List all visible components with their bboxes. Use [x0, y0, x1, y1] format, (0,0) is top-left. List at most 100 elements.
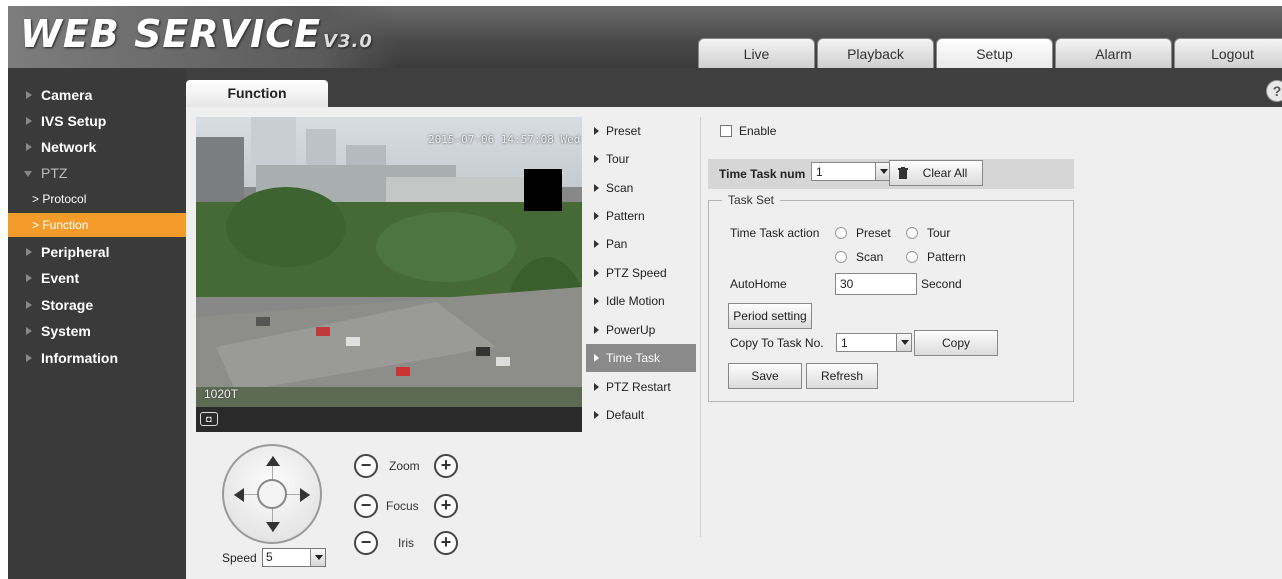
sidebar: Camera IVS Setup Network PTZ > Protocol …	[8, 68, 186, 579]
clear-all-label: Clear All	[922, 166, 968, 180]
action-preset-label: Preset	[856, 226, 891, 240]
sidebar-subitem-protocol[interactable]: > Protocol	[8, 187, 186, 211]
trash-icon	[898, 167, 908, 179]
divider	[700, 117, 701, 537]
menu-item-time-task[interactable]: Time Task	[586, 344, 696, 372]
menu-item-idle-motion[interactable]: Idle Motion	[586, 287, 696, 315]
copy-to-value: 1	[841, 336, 848, 350]
tab-alarm[interactable]: Alarm	[1055, 38, 1172, 68]
action-scan-label: Scan	[856, 250, 884, 264]
ptz-direction-pad	[222, 444, 322, 544]
tab-live[interactable]: Live	[698, 38, 815, 68]
sidebar-item-label: IVS Setup	[41, 113, 107, 129]
menu-item-tour[interactable]: Tour	[586, 145, 696, 173]
menu-item-scan[interactable]: Scan	[586, 174, 696, 202]
task-num-label: Time Task num	[719, 167, 806, 181]
privacy-mask	[524, 169, 562, 211]
chevron-down-icon[interactable]	[896, 334, 911, 351]
focus-label: Focus	[386, 499, 419, 513]
focus-far-button[interactable]: +	[434, 494, 458, 518]
sidebar-item-label: Information	[41, 350, 118, 366]
video-toolbar: ◘	[196, 407, 582, 432]
speed-label: Speed	[222, 551, 257, 565]
zoom-in-button[interactable]: +	[434, 454, 458, 478]
sidebar-item-label: Peripheral	[41, 244, 110, 260]
arrow-down-icon[interactable]	[266, 522, 280, 532]
sidebar-item-label: Storage	[41, 297, 94, 313]
menu-item-default[interactable]: Default	[586, 401, 696, 429]
arrow-left-icon[interactable]	[234, 488, 244, 502]
tab-playback[interactable]: Playback	[817, 38, 934, 68]
autohome-unit-label: Second	[921, 277, 962, 291]
camera-icon[interactable]: ◘	[200, 412, 218, 426]
sidebar-item-label: Network	[41, 139, 97, 155]
arrow-right-icon[interactable]	[300, 488, 310, 502]
sidebar-subitem-function[interactable]: > Function	[8, 213, 186, 237]
chevron-right-icon	[26, 354, 32, 362]
action-pattern-radio[interactable]	[906, 251, 918, 263]
main-tabs: Live Playback Setup Alarm Logout	[698, 38, 1282, 68]
enable-label: Enable	[739, 124, 777, 138]
osd-channel-name: 1020T	[204, 387, 239, 401]
task-set-title: Task Set	[722, 193, 781, 207]
menu-item-ptz-restart[interactable]: PTZ Restart	[586, 373, 696, 401]
task-num-bar: Time Task num 1 Clear All	[708, 159, 1074, 189]
tab-setup[interactable]: Setup	[936, 38, 1053, 68]
speed-select[interactable]: 5	[262, 548, 326, 567]
iris-open-button[interactable]: +	[434, 531, 458, 555]
menu-item-powerup[interactable]: PowerUp	[586, 316, 696, 344]
autohome-label: AutoHome	[730, 277, 787, 291]
sidebar-item-storage[interactable]: Storage	[8, 292, 186, 318]
sidebar-item-label: System	[41, 323, 91, 339]
sidebar-item-event[interactable]: Event	[8, 265, 186, 291]
task-num-select[interactable]: 1	[811, 162, 891, 181]
enable-checkbox[interactable]	[720, 125, 732, 137]
action-tour-radio[interactable]	[906, 227, 918, 239]
iris-label: Iris	[398, 536, 414, 550]
chevron-right-icon	[26, 248, 32, 256]
help-icon[interactable]: ?	[1266, 80, 1282, 102]
focus-near-button[interactable]: −	[354, 494, 378, 518]
ptz-center-button[interactable]	[257, 479, 287, 509]
video-preview[interactable]: 2015-07-06 14:57:08 Wed 1020T	[196, 117, 582, 407]
sidebar-item-label: PTZ	[41, 165, 68, 181]
logo-version: V3.0	[323, 31, 373, 52]
save-button[interactable]: Save	[728, 363, 802, 389]
iris-close-button[interactable]: −	[354, 531, 378, 555]
sidebar-item-label: Camera	[41, 87, 93, 103]
time-task-action-label: Time Task action	[730, 226, 820, 240]
action-scan-radio[interactable]	[835, 251, 847, 263]
menu-item-preset[interactable]: Preset	[586, 117, 696, 145]
sidebar-item-network[interactable]: Network	[8, 134, 186, 160]
autohome-input[interactable]: 30	[835, 273, 917, 295]
chevron-right-icon	[26, 91, 32, 99]
page-title-tab: Function	[186, 80, 328, 108]
osd-timestamp: 2015-07-06 14:57:08 Wed	[428, 133, 581, 146]
arrow-up-icon[interactable]	[266, 456, 280, 466]
action-tour-label: Tour	[927, 226, 951, 240]
menu-item-pattern[interactable]: Pattern	[586, 202, 696, 230]
period-setting-button[interactable]: Period setting	[728, 303, 812, 329]
sidebar-item-ptz[interactable]: PTZ	[8, 160, 186, 186]
chevron-down-icon[interactable]	[310, 549, 325, 566]
tab-logout[interactable]: Logout	[1174, 38, 1282, 68]
sidebar-item-peripheral[interactable]: Peripheral	[8, 239, 186, 265]
chevron-right-icon	[26, 143, 32, 151]
task-num-value: 1	[816, 165, 823, 179]
sidebar-item-system[interactable]: System	[8, 318, 186, 344]
menu-item-pan[interactable]: Pan	[586, 230, 696, 258]
sidebar-item-camera[interactable]: Camera	[8, 82, 186, 108]
copy-to-select[interactable]: 1	[836, 333, 912, 352]
menu-item-ptz-speed[interactable]: PTZ Speed	[586, 259, 696, 287]
refresh-button[interactable]: Refresh	[806, 363, 878, 389]
zoom-out-button[interactable]: −	[354, 454, 378, 478]
camera-scene-image	[196, 117, 582, 407]
chevron-down-icon[interactable]	[875, 163, 890, 180]
copy-button[interactable]: Copy	[914, 330, 998, 356]
action-preset-radio[interactable]	[835, 227, 847, 239]
sidebar-item-information[interactable]: Information	[8, 345, 186, 371]
sidebar-item-ivs-setup[interactable]: IVS Setup	[8, 108, 186, 134]
chevron-right-icon	[26, 274, 32, 282]
clear-all-button[interactable]: Clear All	[889, 160, 983, 186]
chevron-right-icon	[26, 301, 32, 309]
